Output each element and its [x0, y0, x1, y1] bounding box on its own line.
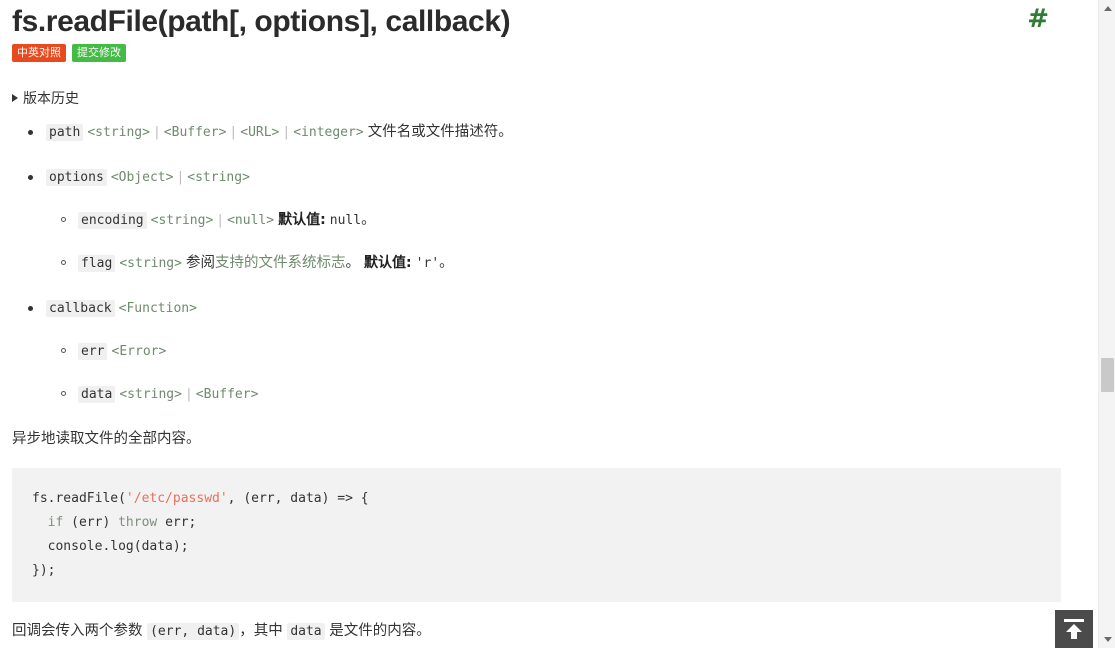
link-file-system-flags[interactable]: 支持的文件系统标志: [215, 255, 346, 271]
type-link-string[interactable]: <string>: [119, 256, 182, 271]
scrollbar-thumb[interactable]: [1101, 358, 1114, 392]
code-line-1b: , (err, data) => {: [227, 491, 369, 506]
type-link-string[interactable]: <string>: [119, 387, 182, 402]
type-link-url[interactable]: <URL>: [240, 125, 279, 140]
type-link-buffer[interactable]: <Buffer>: [164, 125, 227, 140]
list-item-data: data <string> | <Buffer>: [61, 384, 1085, 405]
type-link-null[interactable]: <null>: [227, 213, 274, 228]
type-link-function[interactable]: <Function>: [119, 301, 197, 316]
param-name-options: options: [46, 169, 107, 186]
period: 。: [361, 212, 376, 228]
list-item-options: options <Object> | <string> encoding <stri…: [28, 167, 1085, 274]
page-title: fs.readFile(path[, options], callback): [12, 5, 511, 38]
param-name-callback: callback: [46, 300, 115, 317]
type-separator: |: [184, 387, 193, 402]
default-label-encoding: 默认值:: [278, 212, 326, 228]
type-separator: |: [229, 125, 238, 140]
paragraph-async-description: 异步地读取文件的全部内容。: [12, 431, 201, 447]
param-name-err: err: [78, 343, 108, 360]
type-link-string[interactable]: <string>: [151, 213, 214, 228]
document-content: fs.readFile(path[, options], callback) #…: [0, 0, 1097, 648]
code-string-literal: '/etc/passwd': [125, 491, 228, 506]
callback-sublist: err <Error> data <string> | <Buffer>: [46, 341, 1085, 405]
code-line-1a: fs.readFile(: [32, 491, 126, 506]
type-link-integer[interactable]: <integer>: [293, 125, 363, 140]
triangle-right-icon: [12, 94, 18, 102]
cb-text-3: 是文件的内容。: [324, 623, 431, 639]
list-item-path: path <string> | <Buffer> | <URL> | <integer> 文…: [28, 122, 1085, 143]
param-name-flag: flag: [78, 255, 116, 272]
type-link-object[interactable]: <Object>: [111, 170, 174, 185]
code-block: fs.readFile('/etc/passwd', (err, data) =…: [12, 468, 1061, 602]
param-name-encoding: encoding: [78, 212, 147, 229]
type-link-string[interactable]: <string>: [87, 125, 150, 140]
param-name-data: data: [78, 386, 116, 403]
version-history-toggle[interactable]: 版本历史: [12, 88, 79, 108]
see-label: 参阅: [186, 255, 215, 271]
badge-group: 中英对照 提交修改: [12, 44, 1085, 62]
options-sublist: encoding <string> | <null> 默认值: null。 flag…: [46, 210, 1085, 274]
triangle-up-icon: [1103, 6, 1112, 11]
type-link-buffer[interactable]: <Buffer>: [196, 387, 259, 402]
anchor-link-icon[interactable]: #: [1027, 4, 1049, 34]
parameter-list: path <string> | <Buffer> | <URL> | <integer> 文…: [12, 122, 1085, 405]
code-line-4: });: [32, 563, 56, 578]
default-label-flag: 默认值:: [364, 255, 412, 271]
icon-bar: [1064, 619, 1084, 622]
vertical-scrollbar[interactable]: [1098, 0, 1115, 648]
version-history-label: 版本历史: [23, 90, 79, 106]
param-desc-path: 文件名或文件描述符。: [367, 124, 513, 140]
code-keyword-throw: throw: [118, 515, 158, 530]
triangle-down-icon: [1103, 637, 1112, 642]
code-line-2b: (err): [63, 515, 119, 530]
type-separator: |: [176, 170, 185, 185]
param-name-path: path: [46, 124, 84, 141]
document-page: fs.readFile(path[, options], callback) #…: [0, 0, 1097, 648]
type-separator: |: [152, 125, 161, 140]
code-keyword-if: if: [32, 515, 64, 530]
period: 。: [439, 255, 454, 271]
badge-bilingual[interactable]: 中英对照: [12, 44, 66, 62]
code-line-2c: err;: [157, 515, 197, 530]
badge-submit-edit[interactable]: 提交修改: [72, 44, 126, 62]
type-separator: |: [216, 213, 225, 228]
arrow-up-glyph: [1066, 624, 1082, 639]
paragraph-callback-description: 回调会传入两个参数 (err, data) ，其中 data 是文件的内容。: [12, 621, 1085, 642]
title-row: fs.readFile(path[, options], callback) #: [12, 0, 1085, 40]
inline-code-err-data: (err, data): [147, 623, 240, 640]
type-link-string[interactable]: <string>: [187, 170, 250, 185]
inline-code-data: data: [287, 623, 325, 640]
list-item-err: err <Error>: [61, 341, 1085, 362]
scroll-down-arrow-icon[interactable]: [1099, 631, 1115, 648]
back-to-top-button[interactable]: [1055, 610, 1093, 648]
type-separator: |: [282, 125, 291, 140]
default-value-encoding: null: [329, 213, 362, 228]
cb-text-2: ，其中: [239, 623, 288, 639]
cb-text-1: 回调会传入两个参数: [12, 623, 148, 639]
code-line-3: console.log(data);: [32, 539, 189, 554]
list-item-callback: callback <Function> err <Error> data <st…: [28, 298, 1085, 405]
type-link-error[interactable]: <Error>: [112, 344, 167, 359]
scroll-up-arrow-icon[interactable]: [1099, 0, 1115, 17]
list-item-encoding: encoding <string> | <null> 默认值: null。: [61, 210, 1085, 231]
upload-arrow-icon: [1063, 618, 1085, 640]
period: 。: [345, 255, 361, 271]
default-value-flag: 'r': [415, 256, 440, 271]
list-item-flag: flag <string> 参阅支持的文件系统标志。 默认值: 'r'。: [61, 253, 1085, 274]
